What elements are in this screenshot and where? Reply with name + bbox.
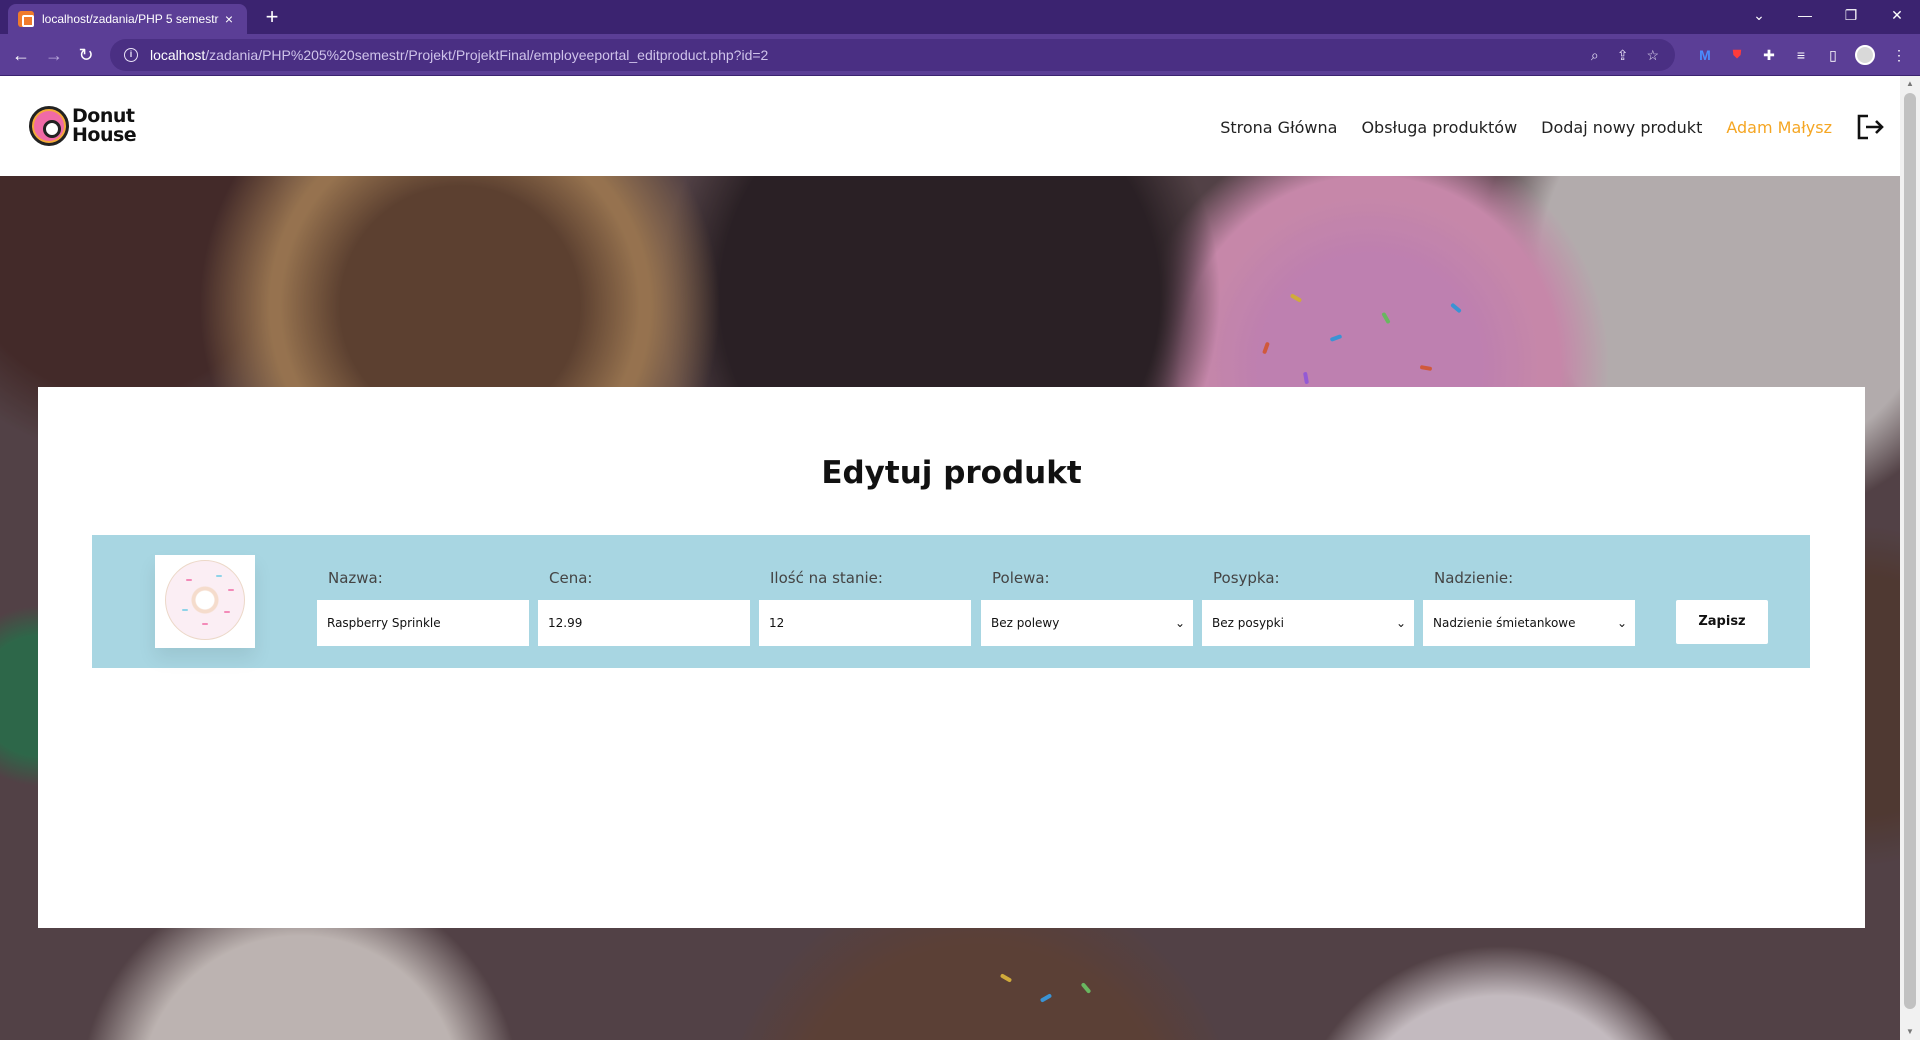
close-window-icon[interactable]: ✕	[1874, 0, 1920, 30]
url-host: localhost	[150, 47, 206, 63]
donut-logo-icon	[29, 106, 69, 146]
product-edit-row: Nazwa: Cena: Ilość na stanie: Polewa: Be…	[92, 535, 1810, 668]
reload-icon[interactable]: ↻	[72, 41, 100, 69]
nav-home[interactable]: Strona Główna	[1220, 118, 1337, 137]
browser-menu-icon[interactable]: ⋮	[1888, 44, 1910, 66]
restore-icon[interactable]: ❐	[1828, 0, 1874, 30]
page-scrollbar[interactable]: ▲ ▼	[1900, 76, 1920, 1040]
sprinkle-selected: Bez posypki	[1212, 616, 1284, 630]
page-title: Edytuj produkt	[821, 455, 1082, 491]
glaze-label: Polewa:	[992, 569, 1050, 587]
side-panel-icon[interactable]: ▯	[1822, 44, 1844, 66]
browser-tab-bar: localhost/zadania/PHP 5 semestr × + ⌄ — …	[0, 0, 1920, 34]
main-nav: Strona Główna Obsługa produktów Dodaj no…	[1220, 114, 1886, 140]
nav-products[interactable]: Obsługa produktów	[1361, 118, 1517, 137]
profile-avatar-icon[interactable]	[1855, 45, 1875, 65]
chevron-down-icon: ⌄	[1174, 616, 1185, 630]
extensions-puzzle-icon[interactable]: ✚	[1758, 44, 1780, 66]
new-tab-button[interactable]: +	[260, 5, 284, 29]
filling-select[interactable]: Nadzienie śmietankowe ⌄	[1423, 600, 1635, 646]
browser-tab[interactable]: localhost/zadania/PHP 5 semestr ×	[8, 4, 247, 34]
ublock-icon[interactable]: ⛊	[1726, 44, 1748, 66]
nav-user[interactable]: Adam Małysz	[1726, 118, 1832, 137]
bookmark-star-icon[interactable]: ☆	[1646, 47, 1659, 64]
donut-thumbnail-icon	[165, 560, 245, 640]
filling-field: Nadzienie: Nadzienie śmietankowe ⌄	[1423, 569, 1635, 646]
filling-selected: Nadzienie śmietankowe	[1433, 616, 1576, 630]
minimize-icon[interactable]: —	[1782, 0, 1828, 30]
price-field: Cena:	[538, 569, 750, 646]
edit-product-card: Edytuj produkt Nazwa: Cena: Ilość na sta…	[38, 387, 1865, 928]
address-bar[interactable]: i localhost/zadania/PHP%205%20semestr/Pr…	[110, 39, 1675, 71]
site-info-icon[interactable]: i	[124, 48, 138, 62]
save-button[interactable]: Zapisz	[1676, 600, 1768, 644]
name-field: Nazwa:	[317, 569, 529, 646]
chevron-down-icon: ⌄	[1616, 616, 1627, 630]
price-input[interactable]	[538, 600, 750, 646]
stock-field: Ilość na stanie:	[759, 569, 971, 646]
close-tab-icon[interactable]: ×	[221, 11, 237, 27]
scroll-down-icon[interactable]: ▼	[1900, 1024, 1920, 1040]
forward-icon[interactable]: →	[40, 41, 68, 69]
price-label: Cena:	[549, 569, 593, 587]
glaze-field: Polewa: Bez polewy ⌄	[981, 569, 1193, 646]
sprinkle-select[interactable]: Bez posypki ⌄	[1202, 600, 1414, 646]
glaze-selected: Bez polewy	[991, 616, 1060, 630]
back-icon[interactable]: ←	[7, 41, 35, 69]
stock-input[interactable]	[759, 600, 971, 646]
scroll-up-icon[interactable]: ▲	[1900, 76, 1920, 92]
glaze-select[interactable]: Bez polewy ⌄	[981, 600, 1193, 646]
extension-m-icon[interactable]: M	[1694, 44, 1716, 66]
name-label: Nazwa:	[328, 569, 383, 587]
donut-house-logo[interactable]: Donut House	[29, 106, 137, 146]
scroll-thumb[interactable]	[1904, 93, 1916, 1009]
sprinkle-label: Posypka:	[1213, 569, 1280, 587]
logo-line-2: House	[72, 124, 137, 146]
stock-label: Ilość na stanie:	[770, 569, 883, 587]
tab-title: localhost/zadania/PHP 5 semestr	[42, 12, 219, 26]
chevron-down-icon: ⌄	[1395, 616, 1406, 630]
filling-label: Nadzienie:	[1434, 569, 1514, 587]
share-icon[interactable]: ⇪	[1617, 47, 1629, 64]
browser-toolbar: ← → ↻ i localhost/zadania/PHP%205%20seme…	[0, 34, 1920, 76]
sprinkle-field: Posypka: Bez posypki ⌄	[1202, 569, 1414, 646]
url-path: /zadania/PHP%205%20semestr/Projekt/Proje…	[205, 47, 769, 63]
product-image	[155, 555, 255, 648]
tab-search-chevron-icon[interactable]: ⌄	[1736, 0, 1782, 30]
nav-add-product[interactable]: Dodaj nowy produkt	[1541, 118, 1702, 137]
site-header: Donut House Strona Główna Obsługa produk…	[0, 76, 1900, 176]
name-input[interactable]	[317, 600, 529, 646]
xampp-favicon-icon	[18, 11, 34, 27]
logout-icon[interactable]	[1856, 114, 1886, 140]
zoom-search-icon[interactable]: ⌕	[1591, 47, 1599, 64]
media-list-icon[interactable]: ≡	[1790, 44, 1812, 66]
